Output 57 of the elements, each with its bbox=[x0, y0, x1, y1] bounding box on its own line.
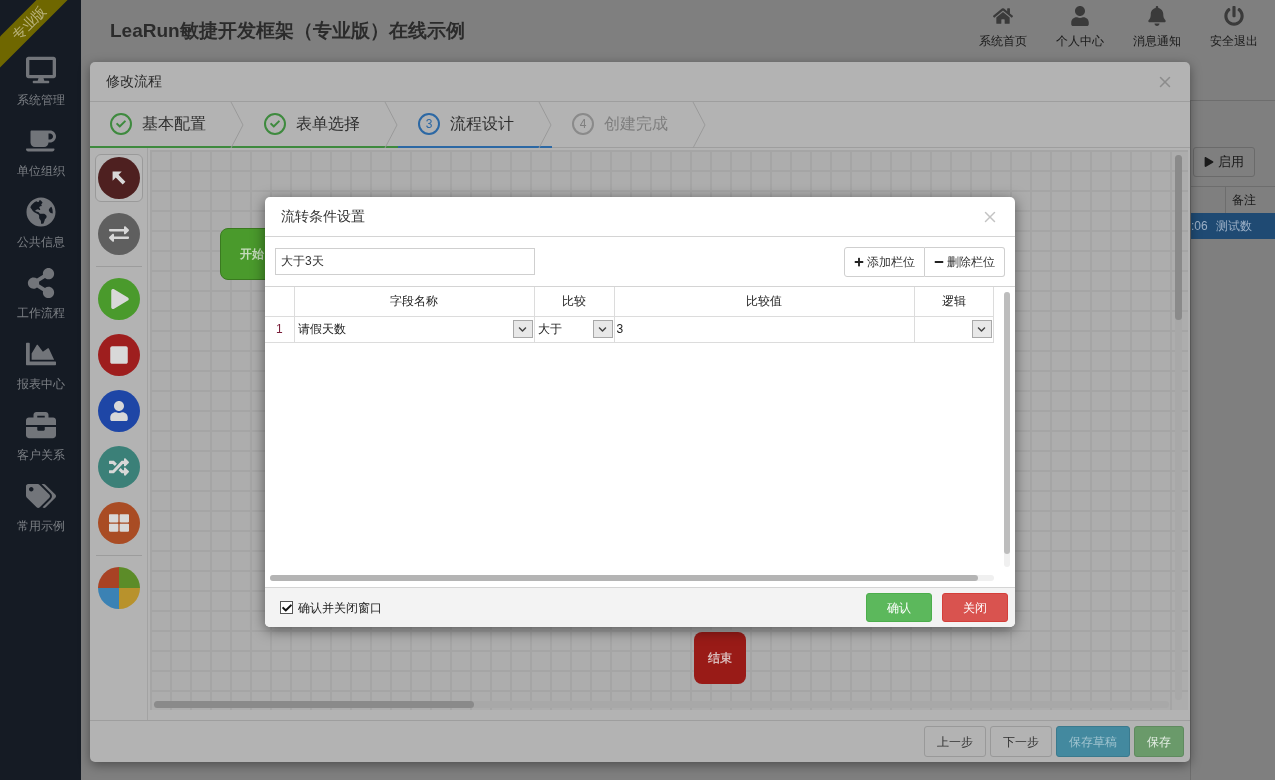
table-cell-text: :06 bbox=[1191, 218, 1208, 235]
app-title: LeaRun敏捷开发框架（专业版）在线示例 bbox=[110, 19, 465, 43]
tags-icon bbox=[25, 481, 56, 511]
column-header: 字段名称 bbox=[294, 287, 534, 316]
step-number: 3 bbox=[418, 113, 440, 135]
sidebar-item[interactable]: 单位组织 bbox=[0, 126, 81, 180]
sidebar-item[interactable]: 工作流程 bbox=[0, 268, 81, 322]
condition-name-field[interactable]: 大于3天 bbox=[275, 248, 535, 275]
flow-node[interactable]: 结束 bbox=[694, 632, 746, 684]
sidebar-item[interactable]: 报表中心 bbox=[0, 339, 81, 393]
dialog-button[interactable]: 关闭 bbox=[942, 593, 1008, 622]
power-icon bbox=[1223, 6, 1244, 26]
modal-title: 修改流程 bbox=[106, 72, 162, 91]
briefcase-icon bbox=[25, 410, 56, 440]
select-field[interactable]: 请假天数 bbox=[294, 316, 534, 342]
delete-column-button[interactable]: 删除栏位 bbox=[925, 246, 1005, 277]
check-icon bbox=[281, 602, 292, 613]
pointer-tool-icon[interactable] bbox=[94, 154, 143, 202]
wizard-step[interactable]: 表单选择 bbox=[244, 102, 398, 148]
footer-button[interactable]: 下一步 bbox=[990, 726, 1052, 757]
confirm-close-checkbox[interactable]: 确认并关闭窗口 bbox=[280, 598, 382, 617]
sidebar-item[interactable]: 客户关系 bbox=[0, 410, 81, 464]
monitor-icon bbox=[25, 55, 56, 85]
enable-button[interactable]: 启用 bbox=[1193, 147, 1255, 177]
vertical-scrollbar[interactable] bbox=[1175, 155, 1182, 700]
footer-button[interactable]: 上一步 bbox=[924, 726, 986, 757]
dialog-button[interactable]: 确认 bbox=[866, 593, 932, 622]
nav-link[interactable]: 系统首页 bbox=[975, 6, 1030, 50]
add-column-button[interactable]: 添加栏位 bbox=[844, 246, 925, 277]
horizontal-scrollbar[interactable] bbox=[154, 701, 1169, 708]
column-header: 比较 bbox=[534, 287, 614, 316]
bell-icon bbox=[1146, 6, 1167, 26]
home-icon bbox=[992, 6, 1013, 26]
select-field[interactable]: 大于 bbox=[534, 316, 614, 342]
nav-link[interactable]: 消息通知 bbox=[1129, 6, 1184, 50]
compare-value-cell[interactable]: 3 bbox=[614, 322, 626, 336]
horizontal-scrollbar[interactable] bbox=[270, 575, 994, 581]
wizard-step[interactable]: 基本配置 bbox=[90, 102, 244, 148]
row-number: 1 bbox=[265, 316, 294, 342]
sidebar-item[interactable]: 系统管理 bbox=[0, 55, 81, 109]
nav-link[interactable]: 个人中心 bbox=[1052, 6, 1107, 50]
column-header: 逻辑 bbox=[914, 287, 993, 316]
sidebar-item[interactable]: 公共信息 bbox=[0, 197, 81, 251]
nav-link[interactable]: 安全退出 bbox=[1206, 6, 1261, 50]
vertical-scrollbar[interactable] bbox=[1004, 292, 1010, 567]
play-icon bbox=[1204, 157, 1214, 167]
globe-icon bbox=[25, 197, 56, 227]
column-header: 比较值 bbox=[614, 287, 914, 316]
footer-button[interactable]: 保存 bbox=[1134, 726, 1184, 757]
table-cell-text: 测试数 bbox=[1215, 218, 1252, 235]
wizard-step[interactable]: 3 流程设计 bbox=[398, 102, 552, 148]
plus-icon bbox=[854, 256, 864, 267]
dialog-title: 流转条件设置 bbox=[281, 207, 365, 226]
share-icon bbox=[25, 268, 56, 298]
user-icon bbox=[1069, 6, 1090, 26]
sidebar-item[interactable]: 常用示例 bbox=[0, 481, 81, 535]
table-row[interactable]: :06 测试数 bbox=[1191, 213, 1275, 239]
